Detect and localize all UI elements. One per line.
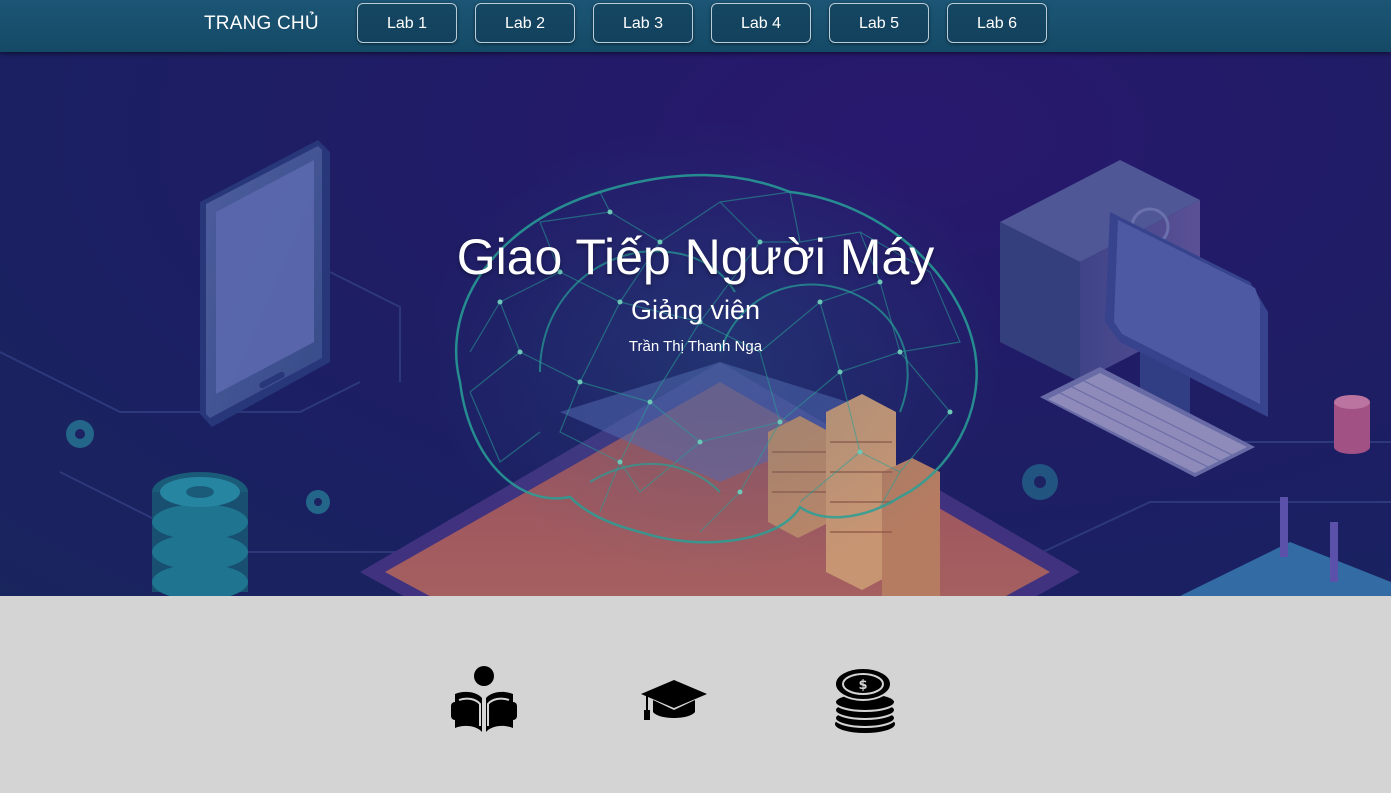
svg-text:$: $: [858, 678, 867, 693]
coins-stack-icon: $: [834, 667, 896, 733]
home-link[interactable]: TRANG CHỦ: [204, 13, 319, 35]
lecturer-heading: Giảng viên: [630, 295, 761, 325]
lab-5-button[interactable]: Lab 5: [829, 3, 929, 43]
lab-6-button[interactable]: Lab 6: [947, 3, 1047, 43]
top-navbar: TRANG CHỦ Lab 1 Lab 2 Lab 3 Lab 4 Lab 5 …: [0, 0, 1391, 52]
hero-banner: Giao Tiếp Người Máy Giảng viên Trần Thị …: [0, 52, 1391, 596]
graduation-cap-icon: [641, 680, 707, 720]
lab-1-button[interactable]: Lab 1: [357, 3, 457, 43]
reader-book-icon: [451, 666, 517, 732]
lab-3-button[interactable]: Lab 3: [593, 3, 693, 43]
lecturer-name: Trần Thị Thanh Nga: [628, 338, 763, 355]
page-title: Giao Tiếp Người Máy: [456, 229, 935, 285]
lab-2-button[interactable]: Lab 2: [475, 3, 575, 43]
lab-4-button[interactable]: Lab 4: [711, 3, 811, 43]
